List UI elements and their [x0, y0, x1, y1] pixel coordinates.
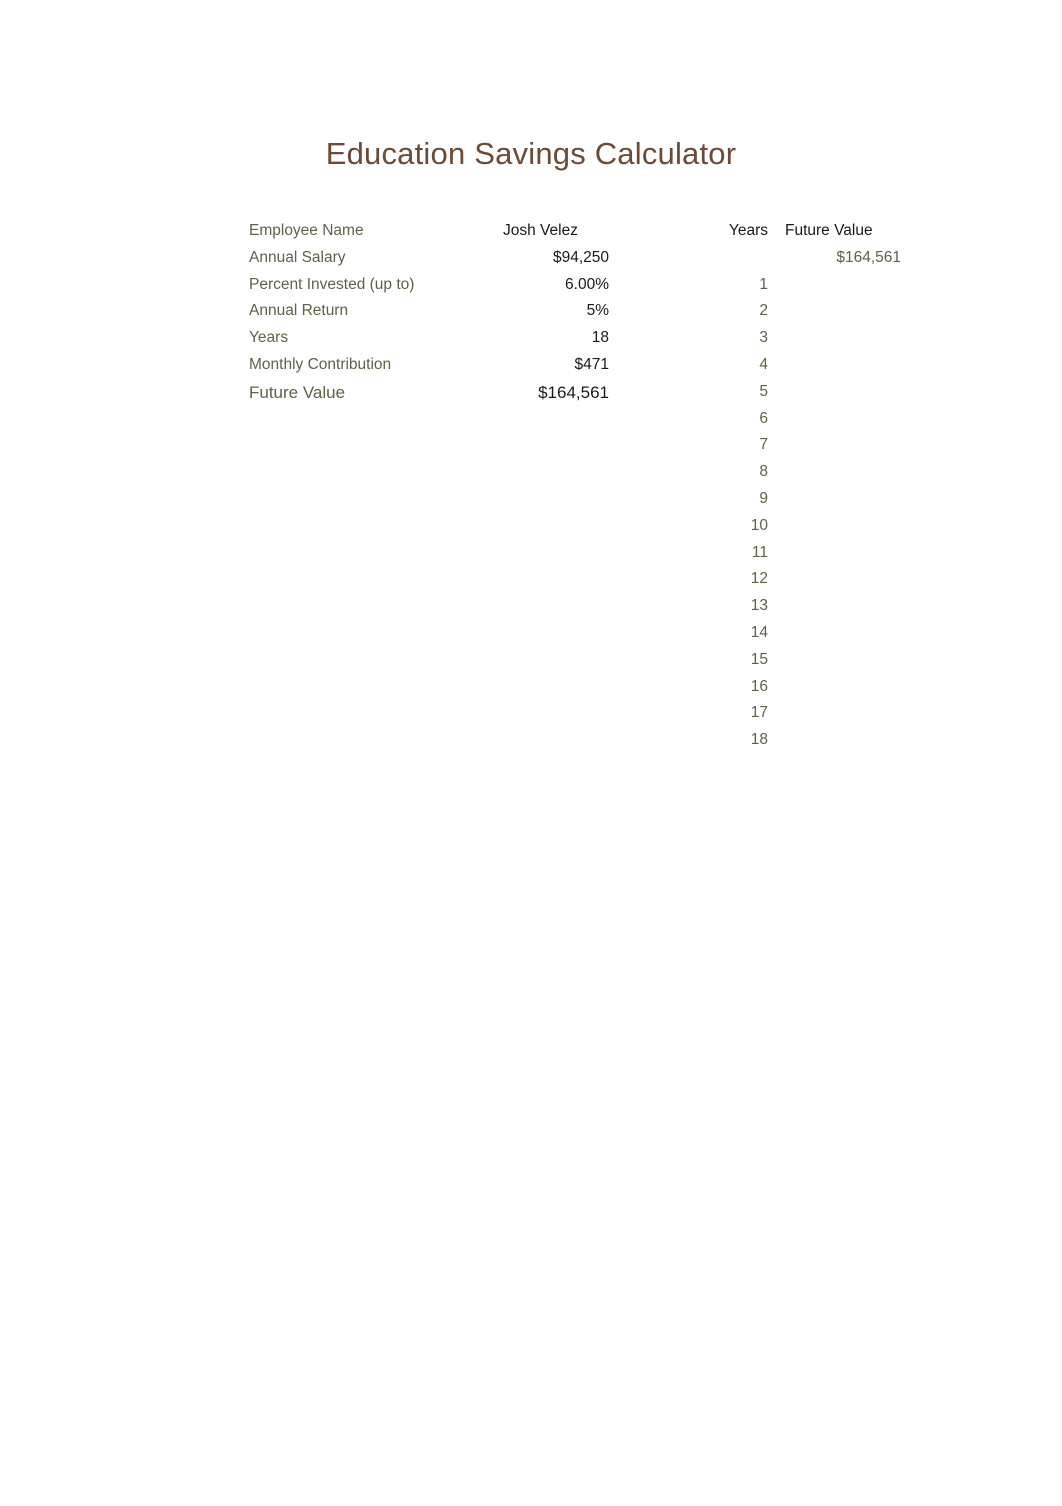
param-value-percent-invested-up-to[interactable]: 6.00%	[565, 274, 609, 296]
future-value-schedule-table: Years Future Value $164,561 1 2 3 4 5 6 7 8 9 10 1…	[690, 220, 905, 756]
param-value-employee-name[interactable]: Josh Velez	[503, 220, 578, 242]
table-row: 10	[690, 515, 905, 542]
year-cell: 9	[759, 489, 768, 507]
param-value-years[interactable]: 18	[592, 327, 609, 349]
year-cell: 12	[750, 570, 768, 588]
year-cell: 4	[759, 355, 768, 373]
year-cell: 6	[759, 409, 768, 427]
year-cell: 8	[759, 463, 768, 481]
table-row: 8	[690, 461, 905, 488]
table-row: 9	[690, 488, 905, 515]
table-row: 18	[690, 729, 905, 756]
year-cell: 14	[750, 623, 768, 641]
table-row: 15	[690, 649, 905, 676]
param-label-percent-invested-up-to: Percent Invested (up to)	[249, 275, 415, 293]
schedule-header-row: Years Future Value	[690, 220, 905, 247]
schedule-total-row: $164,561	[690, 247, 905, 274]
param-label-future-value: Future Value	[249, 382, 346, 402]
year-cell: 1	[759, 275, 768, 293]
table-row: 5	[690, 381, 905, 408]
param-label-annual-salary: Annual Salary	[249, 248, 346, 266]
year-cell: 10	[750, 516, 768, 534]
year-cell: 2	[759, 302, 768, 320]
param-row-monthly-contribution: Monthly Contribution $471	[249, 354, 609, 381]
param-row-annual-return: Annual Return 5%	[249, 300, 609, 327]
param-row-annual-salary: Annual Salary $94,250	[249, 247, 609, 274]
table-row: 2	[690, 300, 905, 327]
param-row-percent-invested-up-to: Percent Invested (up to) 6.00%	[249, 274, 609, 301]
year-cell: 15	[750, 650, 768, 668]
param-value-annual-salary[interactable]: $94,250	[553, 247, 609, 269]
year-cell: 17	[750, 704, 768, 722]
year-cell: 16	[750, 677, 768, 695]
year-cell: 13	[750, 597, 768, 615]
table-row: 11	[690, 542, 905, 569]
column-header-future-value: Future Value	[785, 222, 873, 239]
total-future-value: $164,561	[836, 248, 901, 266]
param-value-annual-return[interactable]: 5%	[587, 300, 609, 322]
param-value-monthly-contribution[interactable]: $471	[575, 354, 609, 376]
table-row: 16	[690, 676, 905, 703]
table-row: 17	[690, 702, 905, 729]
param-label-employee-name: Employee Name	[249, 222, 364, 239]
year-cell: 3	[759, 329, 768, 347]
param-row-years: Years 18	[249, 327, 609, 354]
table-row: 4	[690, 354, 905, 381]
param-row-future-value: Future Value $164,561	[249, 381, 609, 411]
table-row: 1	[690, 274, 905, 301]
year-cell: 11	[751, 543, 768, 561]
table-row: 12	[690, 568, 905, 595]
year-cell: 18	[750, 731, 768, 749]
param-label-monthly-contribution: Monthly Contribution	[249, 355, 392, 373]
param-value-future-value[interactable]: $164,561	[538, 381, 609, 405]
parameters-table: Employee Name Josh Velez Annual Salary $94,…	[249, 220, 609, 411]
table-row: 7	[690, 434, 905, 461]
schedule-body: 1 2 3 4 5 6 7 8 9 10 11 12 13 14 15 16 17 18	[690, 274, 905, 756]
table-row: 6	[690, 408, 905, 435]
param-label-annual-return: Annual Return	[249, 302, 349, 320]
year-cell: 5	[759, 382, 768, 400]
param-row-employee-name: Employee Name Josh Velez	[249, 220, 609, 247]
year-cell: 7	[759, 436, 768, 454]
table-row: 3	[690, 327, 905, 354]
table-row: 14	[690, 622, 905, 649]
table-row: 13	[690, 595, 905, 622]
page-title: Education Savings Calculator	[325, 136, 737, 171]
column-header-years: Years	[728, 222, 768, 239]
param-label-years: Years	[249, 329, 289, 347]
